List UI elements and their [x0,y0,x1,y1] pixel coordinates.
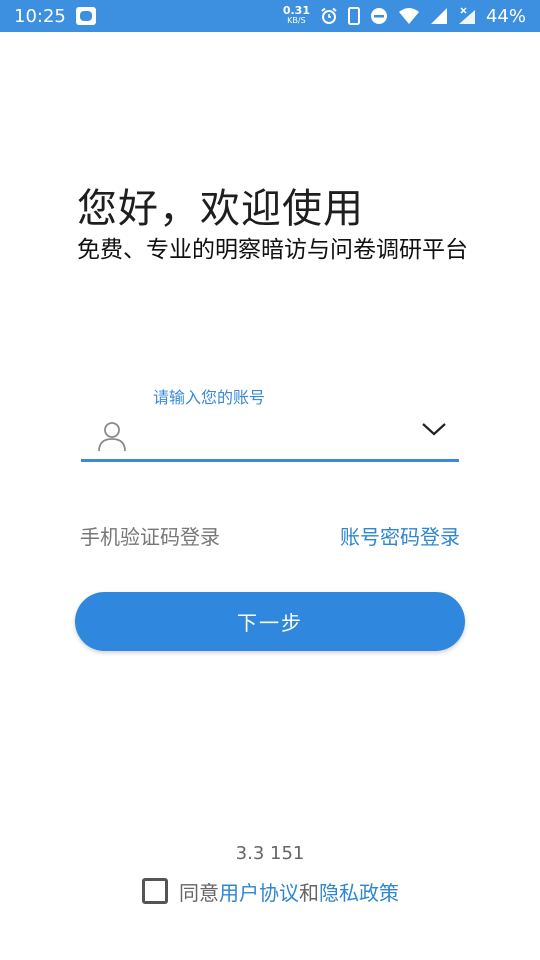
signal-icon [430,8,447,24]
do-not-disturb-icon [370,8,387,24]
status-bar: 10:25 0.31 KB/S 44% [0,0,540,32]
account-label: 请输入您的账号 [153,388,266,407]
net-speed-value: 0.31 [282,4,310,17]
page-subtitle: 免费、专业的明察暗访与问卷调研平台 [77,237,468,263]
net-speed-unit: KB/S [287,16,306,25]
signal-x-icon [458,7,475,24]
alarm-icon [321,7,337,24]
net-speed: 0.31 KB/S [282,4,310,26]
chevron-down-icon[interactable] [421,420,447,438]
agreement-row: 同意 用户协议 和 隐私政策 [142,876,399,906]
agree-checkbox[interactable] [142,878,168,904]
app-notification-icon [75,7,96,25]
privacy-policy-link[interactable]: 隐私政策 [319,877,399,906]
wifi-icon [398,8,419,24]
agree-prefix: 同意 [179,880,219,905]
account-input[interactable] [141,418,401,454]
version-text: 3.3 151 [235,843,305,864]
user-agreement-link[interactable]: 用户协议 [219,877,299,906]
account-field[interactable] [81,414,459,462]
sms-login-link[interactable]: 手机验证码登录 [80,521,220,550]
agree-and: 和 [299,880,319,905]
phone-icon [347,7,360,25]
status-time: 10:25 [14,5,66,27]
battery-level: 44% [485,5,526,27]
user-icon [98,422,126,452]
next-button[interactable]: 下一步 [75,592,465,651]
page-title: 您好，欢迎使用 [77,186,364,232]
password-login-link[interactable]: 账号密码登录 [340,521,460,550]
